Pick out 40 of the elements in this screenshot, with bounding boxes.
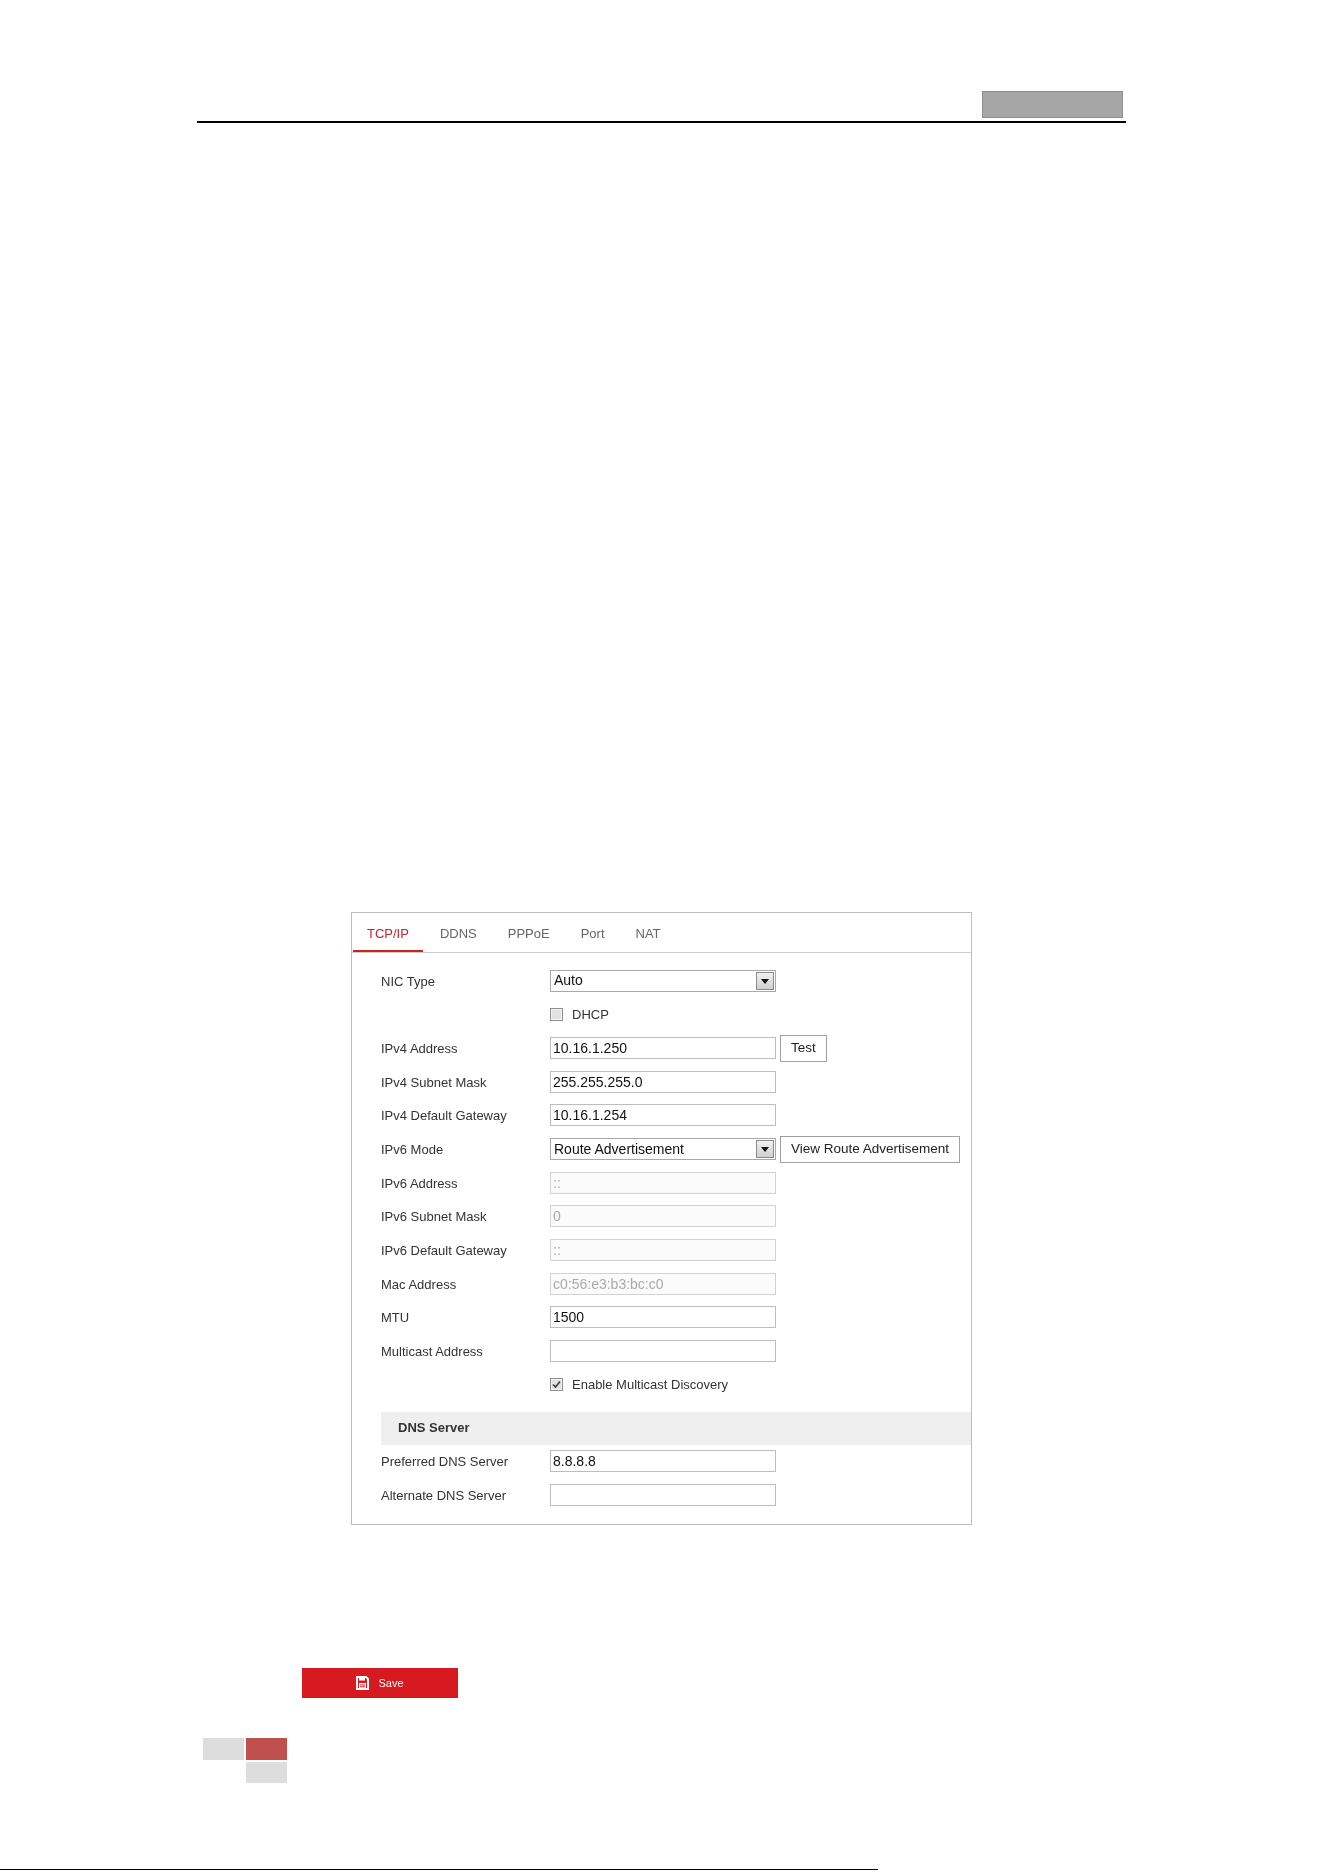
caret-down-icon[interactable] [756,971,774,990]
section-title: DNS Server [398,1419,470,1438]
input-field[interactable]: 8.8.8.8 [550,1450,776,1473]
input-field[interactable]: 1500 [550,1306,776,1329]
field-label: IPv6 Address [381,1175,458,1191]
checkbox-label: DHCP [572,1005,609,1024]
tab[interactable]: TCP/IP [353,913,423,952]
dropdown[interactable]: Route Advertisement [550,1138,776,1161]
tab[interactable]: Port [566,913,619,952]
save-button[interactable]: Save [302,1667,458,1698]
field-label: Alternate DNS Server [381,1488,506,1503]
field-label: NIC Type [381,973,435,989]
corner-square [203,1737,244,1760]
input-field[interactable]: 10.16.1.254 [550,1104,776,1127]
field-label: MTU [381,1310,410,1326]
tab[interactable]: PPPoE [493,913,564,952]
field-label: Mac Address [381,1276,457,1292]
corner-square [246,1761,287,1783]
button[interactable]: Test [780,1034,827,1062]
field-label: IPv6 Mode [381,1142,444,1158]
field-label: IPv4 Subnet Mask [381,1074,487,1090]
field-label: IPv4 Address [381,1041,458,1057]
corner-square [246,1737,287,1760]
input-field[interactable] [550,1484,776,1506]
field-label: Preferred DNS Server [381,1454,509,1470]
checkbox[interactable] [550,1378,563,1392]
field-label: IPv6 Default Gateway [381,1243,507,1259]
input-field[interactable]: 255.255.255.0 [550,1070,776,1093]
input-field[interactable]: 10.16.1.250 [550,1037,776,1060]
field-label: Multicast Address [381,1344,483,1360]
input-field[interactable] [550,1340,776,1363]
checkbox[interactable] [550,1008,563,1021]
button[interactable]: View Route Advertisement [780,1135,961,1163]
tab[interactable]: NAT [621,913,675,952]
field-label: IPv4 Default Gateway [381,1108,507,1124]
checkbox-label: Enable Multicast Discovery [572,1375,729,1394]
dropdown[interactable]: Auto [550,969,776,992]
tab[interactable]: DDNS [425,913,491,952]
caret-down-icon[interactable] [756,1140,774,1159]
field-label: IPv6 Subnet Mask [381,1209,487,1225]
